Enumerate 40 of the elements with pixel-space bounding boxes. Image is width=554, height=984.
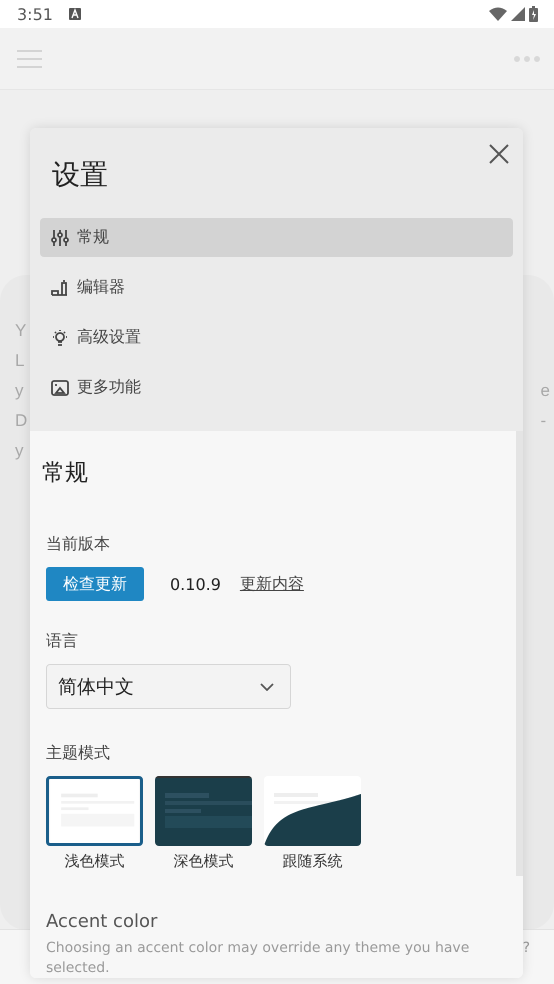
faded-text: e bbox=[540, 380, 550, 401]
faded-text: Y bbox=[15, 320, 28, 341]
section-title: 常规 bbox=[42, 459, 89, 488]
faded-text: ? bbox=[522, 940, 530, 956]
nav-item[interactable]: 常规 bbox=[40, 218, 513, 257]
theme-option[interactable]: 浅色模式 bbox=[46, 776, 143, 871]
faded-text: D bbox=[15, 410, 28, 431]
faded-text: L bbox=[15, 350, 26, 371]
accent-description: Choosing an accent color may override any theme you have selected. bbox=[46, 939, 470, 978]
lightbulb-icon bbox=[51, 328, 69, 346]
wifi-icon bbox=[489, 7, 507, 21]
nav-item[interactable]: 编辑器 bbox=[40, 268, 513, 307]
field-label: 当前版本 bbox=[46, 534, 111, 555]
theme-option[interactable]: 深色模式 bbox=[155, 776, 252, 871]
field-label: 主题模式 bbox=[46, 743, 111, 764]
faded-text: - bbox=[540, 410, 548, 431]
image-icon bbox=[51, 380, 69, 396]
language-select[interactable]: 简体中文 bbox=[46, 664, 291, 709]
battery-icon bbox=[529, 6, 538, 22]
pen-icon bbox=[51, 278, 69, 296]
status-time: 3:51 bbox=[17, 4, 53, 24]
signal-icon bbox=[511, 7, 525, 21]
sliders-icon bbox=[51, 228, 69, 246]
theme-option[interactable]: 跟随系统 bbox=[264, 776, 361, 871]
version-number: 0.10.9 bbox=[170, 574, 221, 594]
menu-icon[interactable] bbox=[17, 50, 42, 68]
close-icon[interactable] bbox=[488, 143, 510, 165]
accent-title: Accent color bbox=[46, 911, 158, 932]
keyboard-notification-icon bbox=[68, 8, 81, 20]
more-icon[interactable] bbox=[514, 56, 540, 62]
scrollbar[interactable] bbox=[516, 431, 523, 876]
faded-text: y bbox=[15, 380, 24, 401]
changelog-link[interactable]: 更新内容 bbox=[240, 574, 304, 594]
nav-item[interactable]: 更多功能 bbox=[40, 368, 513, 407]
field-label: 语言 bbox=[46, 631, 79, 652]
dialog-title: 设置 bbox=[52, 157, 109, 193]
faded-text: y bbox=[15, 440, 24, 461]
chevron-down-icon bbox=[260, 682, 274, 690]
check-update-button[interactable]: 检查更新 bbox=[46, 567, 144, 601]
nav-item[interactable]: 高级设置 bbox=[40, 318, 513, 357]
